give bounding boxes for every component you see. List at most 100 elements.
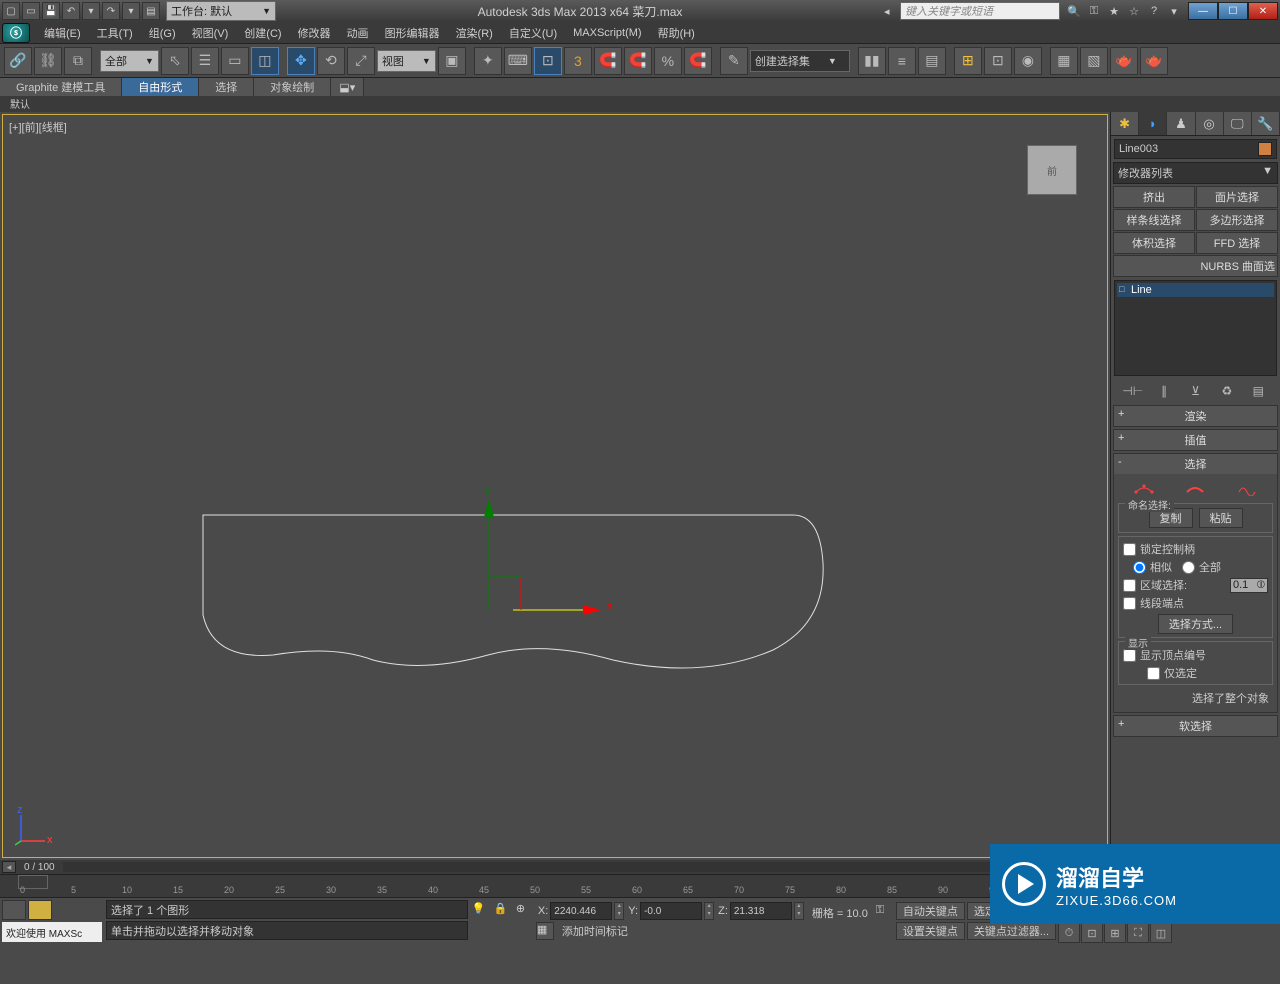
maxscript-mini-listener[interactable]: 欢迎使用 MAXSc (2, 922, 102, 942)
minimize-button[interactable]: — (1188, 2, 1218, 20)
motion-panel-tab[interactable]: ◎ (1196, 112, 1224, 135)
manipulate-icon[interactable]: ✦ (474, 47, 502, 75)
utilities-panel-tab[interactable]: 🔧 (1252, 112, 1280, 135)
key-mode-icon[interactable]: 💡 (472, 902, 490, 920)
coord-z-spinner[interactable]: ▴▾ (794, 902, 804, 920)
render-production-icon[interactable]: 🫖 (1110, 47, 1138, 75)
zoom-all-icon[interactable]: ⊞ (1104, 923, 1126, 943)
ribbon-tab-freeform[interactable]: 自由形式 (122, 78, 199, 96)
named-selection-sets[interactable]: 创建选择集▼ (750, 50, 850, 72)
unlink-icon[interactable]: ⛓ (34, 47, 62, 75)
subobj-vertex-icon[interactable] (1134, 482, 1154, 496)
coord-x-spinner[interactable]: ▴▾ (614, 902, 624, 920)
key-filters-button[interactable]: 关键点过滤器... (967, 922, 1056, 940)
rollout-interp-header[interactable]: +插值 (1114, 430, 1277, 450)
rollout-selection-header[interactable]: -选择 (1114, 454, 1277, 474)
search-back-icon[interactable]: ◂ (884, 5, 898, 18)
lock-handles-checkbox[interactable] (1123, 543, 1136, 556)
keyboard-shortcut-icon[interactable]: ⌨ (504, 47, 532, 75)
hierarchy-panel-tab[interactable]: ♟ (1167, 112, 1195, 135)
ribbon-tab-paint[interactable]: 对象绘制 (254, 78, 331, 96)
ribbon-tab-selection[interactable]: 选择 (199, 78, 254, 96)
workspace-selector[interactable]: 工作台: 默认 ▼ (166, 1, 276, 21)
snap-options-icon[interactable]: 🧲 (684, 47, 712, 75)
coord-y-spinner[interactable]: ▴▾ (704, 902, 714, 920)
auto-key-button[interactable]: 自动关键点 (896, 902, 965, 920)
show-vertex-num-checkbox[interactable] (1123, 649, 1136, 662)
select-by-name-icon[interactable]: ☰ (191, 47, 219, 75)
scale-icon[interactable]: ⤢ (347, 47, 375, 75)
viewport-front[interactable]: [+][前][线框] x y 前 z x (2, 114, 1108, 858)
lock-selection-icon[interactable]: 🔒 (494, 902, 512, 920)
select-object-icon[interactable]: ⬁ (161, 47, 189, 75)
select-by-button[interactable]: 选择方式... (1158, 614, 1233, 634)
set-key-button[interactable]: 设置关键点 (896, 922, 965, 940)
redo-icon[interactable]: ↷ (102, 2, 120, 20)
spinner-snap-icon[interactable]: 🧲 (624, 47, 652, 75)
modifier-list-dropdown[interactable]: 修改器列表▼ (1113, 162, 1278, 184)
display-panel-tab[interactable]: 🖵 (1224, 112, 1252, 135)
modifier-spline-select[interactable]: 样条线选择 (1113, 209, 1195, 231)
menu-maxscript[interactable]: MAXScript(M) (565, 25, 649, 41)
menu-animation[interactable]: 动画 (339, 23, 377, 43)
modifier-poly-select[interactable]: 多边形选择 (1196, 209, 1278, 231)
rollout-soft-select-header[interactable]: +软选择 (1114, 716, 1277, 736)
snap-toggle-icon[interactable]: ⊡ (534, 47, 562, 75)
modifier-nurbs[interactable]: NURBS 曲面选 (1113, 255, 1278, 277)
modifier-extrude[interactable]: 挤出 (1113, 186, 1195, 208)
coord-z-input[interactable] (730, 902, 792, 920)
render-iterative-icon[interactable]: 🫖 (1140, 47, 1168, 75)
move-gizmo[interactable]: x y (483, 485, 623, 625)
redo-dropdown-icon[interactable]: ▾ (122, 2, 140, 20)
menu-rendering[interactable]: 渲染(R) (448, 23, 501, 43)
help-icon[interactable]: ? (1146, 3, 1162, 19)
binoculars-icon[interactable]: 🔍 (1066, 3, 1082, 19)
viewcube[interactable]: 前 (1027, 145, 1077, 195)
subobj-spline-icon[interactable] (1237, 482, 1257, 496)
make-unique-icon[interactable]: ⊻ (1186, 382, 1204, 400)
comm-center-icon[interactable]: ⚿ (876, 902, 894, 917)
all-radio[interactable] (1182, 561, 1195, 574)
link-icon[interactable]: 🔗 (4, 47, 32, 75)
paste-named-sel-button[interactable]: 粘贴 (1199, 508, 1243, 528)
remove-modifier-icon[interactable]: ♻ (1218, 382, 1236, 400)
menu-group[interactable]: 组(G) (141, 23, 184, 43)
undo-icon[interactable]: ↶ (62, 2, 80, 20)
curve-editor-icon[interactable]: ⊞ (954, 47, 982, 75)
coord-y-input[interactable] (640, 902, 702, 920)
configure-sets-icon[interactable]: ▤ (1249, 382, 1267, 400)
modifier-stack[interactable]: Line (1114, 280, 1277, 376)
window-crossing-icon[interactable]: ◫ (251, 47, 279, 75)
move-icon[interactable]: ✥ (287, 47, 315, 75)
select-region-icon[interactable]: ▭ (221, 47, 249, 75)
area-select-checkbox[interactable] (1123, 579, 1136, 592)
max-toggle-icon[interactable]: ⛶ (1127, 923, 1149, 943)
rollout-render-header[interactable]: +渲染 (1114, 406, 1277, 426)
key-icon[interactable]: ⚿ (1086, 3, 1102, 19)
undo-dropdown-icon[interactable]: ▾ (82, 2, 100, 20)
bind-icon[interactable]: ⧉ (64, 47, 92, 75)
search-input[interactable]: 键入关键字或短语 (900, 2, 1060, 20)
pivot-center-icon[interactable]: ▣ (438, 47, 466, 75)
add-time-tag[interactable]: 添加时间标记 (558, 923, 632, 939)
percent-snap-icon[interactable]: 🧲 (594, 47, 622, 75)
ribbon-tab-graphite[interactable]: Graphite 建模工具 (0, 78, 122, 96)
object-color-swatch[interactable] (1258, 142, 1272, 156)
render-setup-icon[interactable]: ▦ (1050, 47, 1078, 75)
subobj-segment-icon[interactable] (1185, 482, 1205, 496)
pin-stack-icon[interactable]: ⊣⊢ (1124, 382, 1142, 400)
edit-named-sel-icon[interactable]: ✎ (720, 47, 748, 75)
star-icon[interactable]: ★ (1106, 3, 1122, 19)
similar-radio[interactable] (1133, 561, 1146, 574)
menu-views[interactable]: 视图(V) (184, 23, 237, 43)
percent-icon[interactable]: % (654, 47, 682, 75)
modifier-face-select[interactable]: 面片选择 (1196, 186, 1278, 208)
new-icon[interactable]: ▢ (2, 2, 20, 20)
time-config-icon[interactable]: ⏱ (1058, 923, 1080, 943)
modify-panel-tab[interactable]: ◗ (1139, 112, 1167, 135)
modifier-ffd-select[interactable]: FFD 选择 (1196, 232, 1278, 254)
isolate-toggle-icon[interactable]: ▦ (536, 922, 554, 940)
schematic-view-icon[interactable]: ⊡ (984, 47, 1012, 75)
help-dropdown-icon[interactable]: ▾ (1166, 3, 1182, 19)
ribbon-subtab-default[interactable]: 默认 (0, 96, 40, 112)
